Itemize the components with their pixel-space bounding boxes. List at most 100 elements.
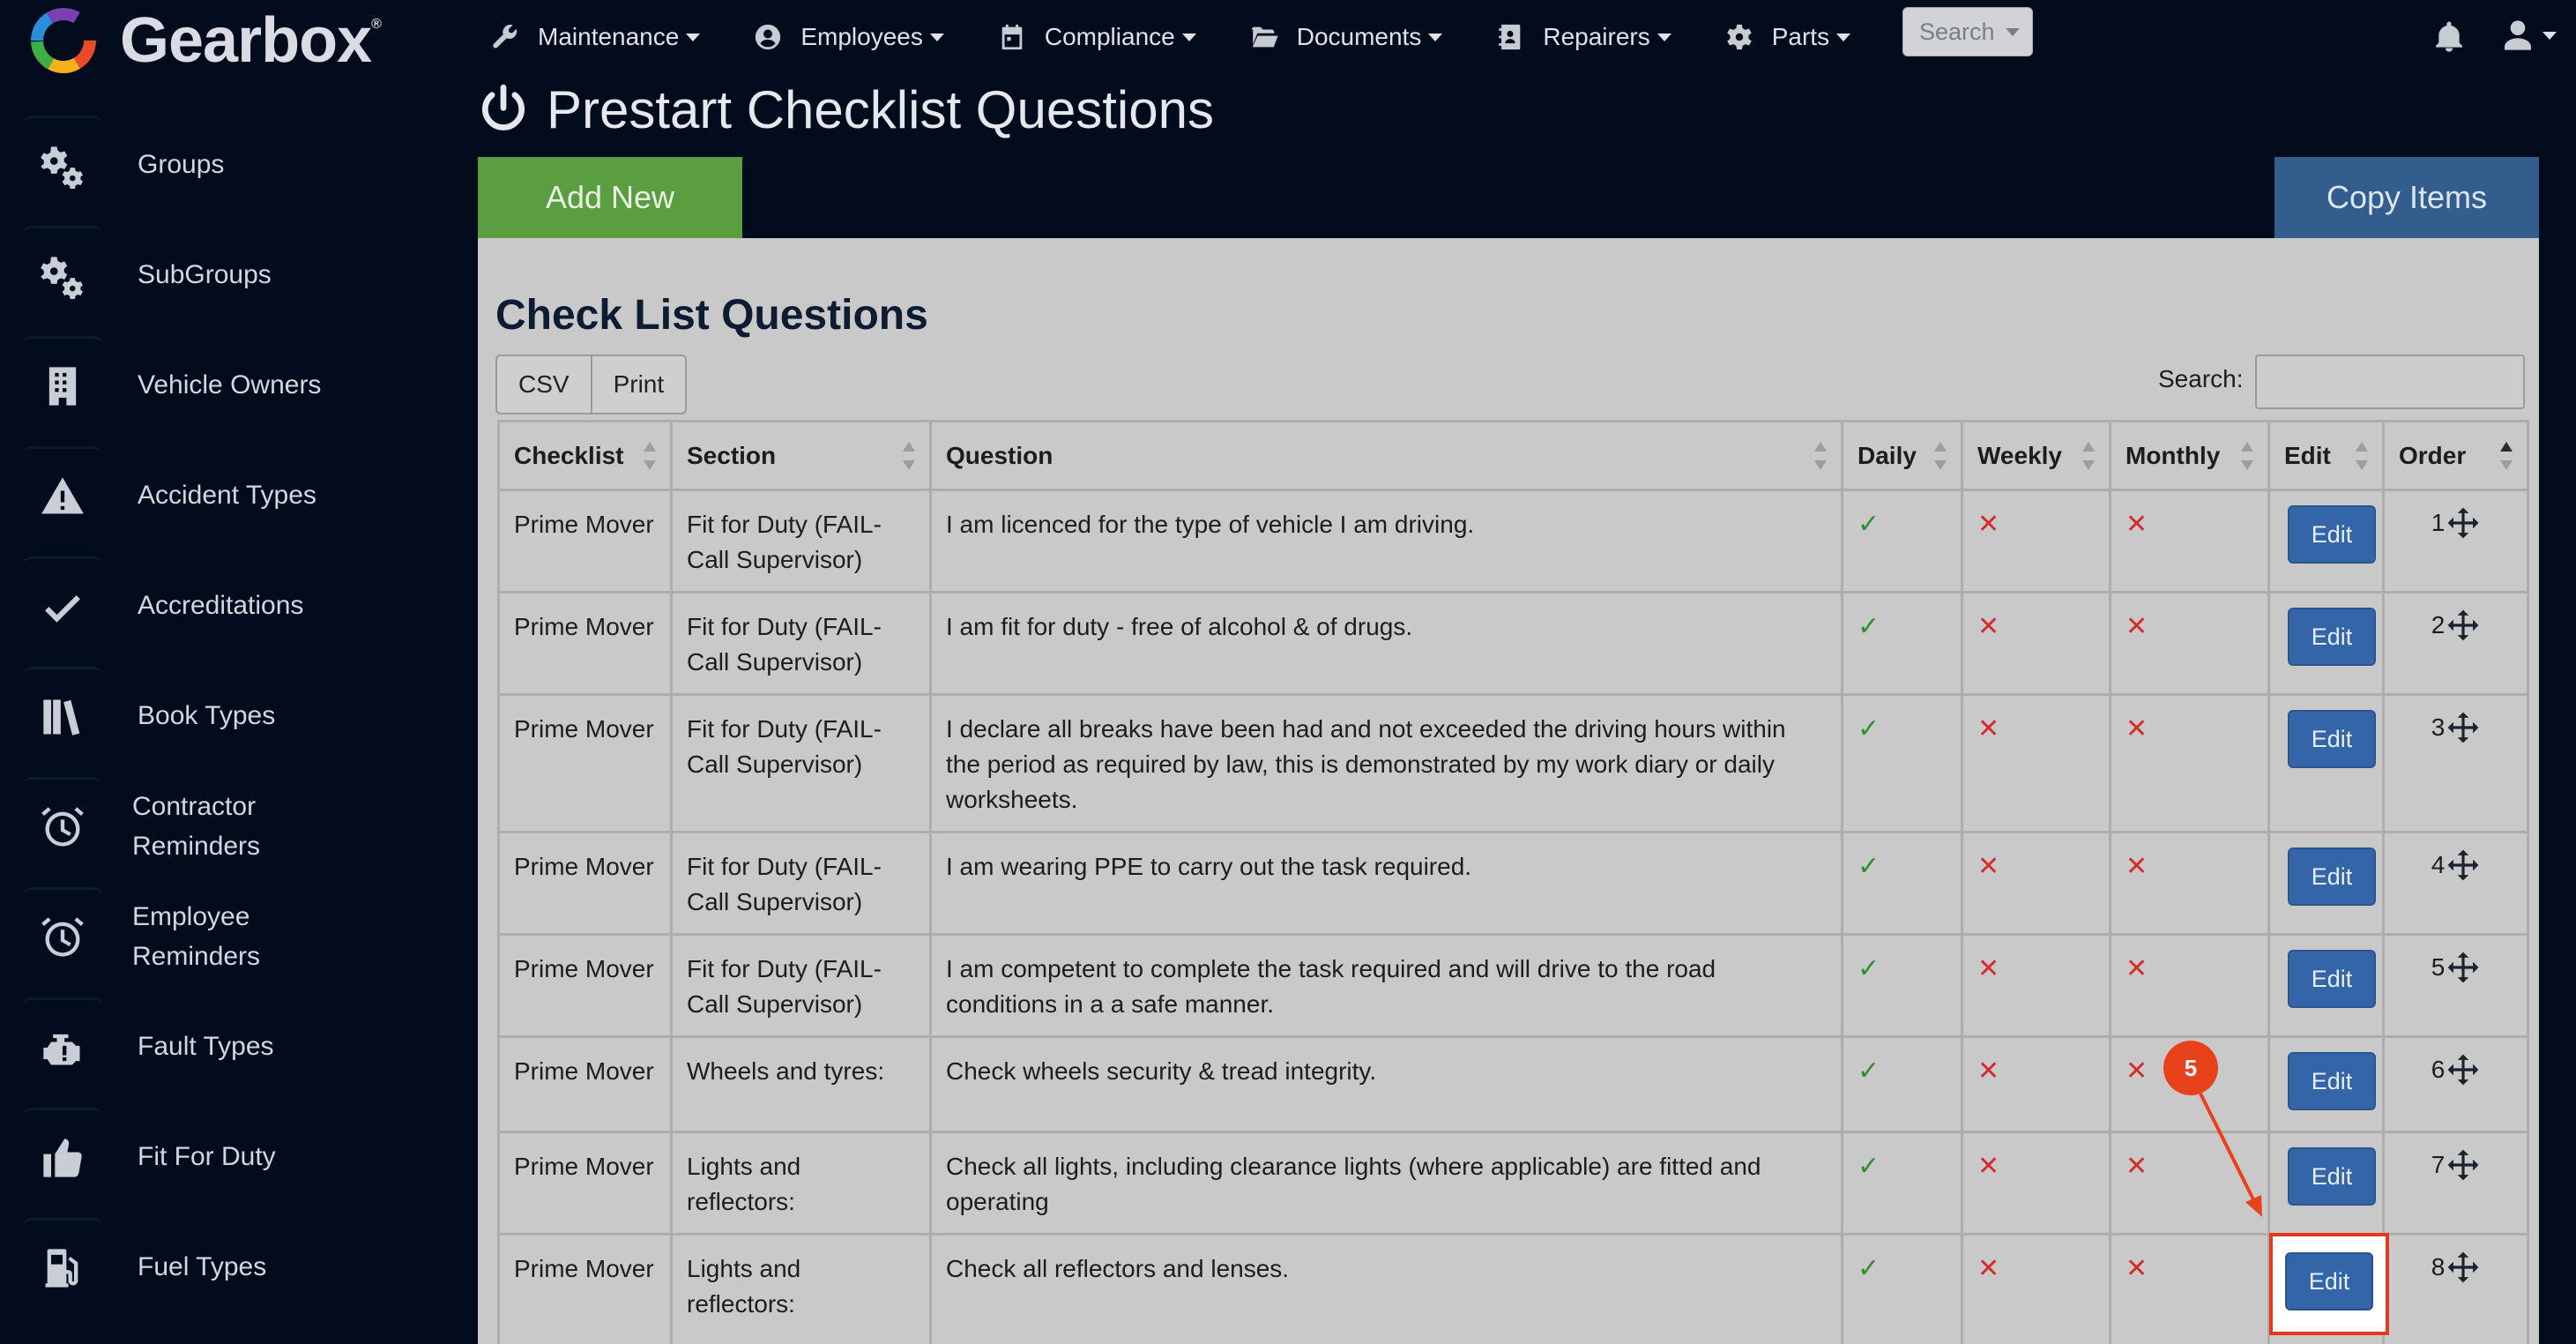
cross-icon: ✕: [2126, 510, 2148, 539]
print-button[interactable]: Print: [592, 355, 688, 414]
gears-icon: [41, 146, 83, 189]
add-new-button[interactable]: Add New: [478, 157, 742, 238]
edit-button[interactable]: Edit: [2288, 950, 2376, 1008]
move-arrows-icon[interactable]: [2446, 609, 2480, 642]
cell-order: 2: [2382, 591, 2529, 696]
column-header-checklist[interactable]: Checklist: [497, 420, 673, 491]
nav-maintenance[interactable]: Maintenance: [490, 16, 701, 58]
sort-icon: [903, 442, 915, 470]
main-nav: Maintenance Employees Compliance Documen…: [490, 16, 1903, 58]
sort-icon: [2356, 442, 2368, 470]
edit-button[interactable]: Edit: [2288, 1052, 2376, 1110]
cell-weekly: ✕: [1961, 489, 2111, 594]
move-arrows-icon[interactable]: [2446, 848, 2480, 882]
edit-button[interactable]: Edit: [2288, 847, 2376, 906]
move-arrows-icon[interactable]: [2446, 951, 2480, 984]
nav-compliance[interactable]: Compliance: [997, 16, 1196, 58]
table-search-input[interactable]: [2255, 355, 2525, 409]
cross-icon: ✕: [1977, 1057, 2000, 1086]
brand-logo[interactable]: Gearbox®: [26, 4, 382, 78]
books-icon: [43, 699, 80, 735]
table-row: Prime Mover Fit for Duty (FAIL- Call Super…: [497, 591, 2529, 696]
nav-documents[interactable]: Documents: [1249, 16, 1443, 58]
move-arrows-icon[interactable]: [2446, 1053, 2480, 1086]
cell-order: 1: [2382, 489, 2529, 594]
sidebar-item-accreditations[interactable]: Accreditations: [0, 550, 458, 661]
copy-items-button[interactable]: Copy Items: [2274, 157, 2539, 238]
cell-section: Lights and reflectors:: [670, 1233, 932, 1344]
highlighted-edit-target: Edit: [2269, 1233, 2389, 1335]
cell-monthly: ✕: [2109, 1131, 2270, 1236]
sidebar-item-accident-types[interactable]: Accident Types: [0, 440, 458, 550]
cell-daily: ✓: [1841, 489, 1963, 594]
search-dropdown-button[interactable]: Search: [1902, 7, 2033, 56]
sort-icon: [2082, 442, 2095, 470]
cell-section: Fit for Duty (FAIL- Call Supervisor): [670, 933, 932, 1038]
edit-button[interactable]: Edit: [2288, 505, 2376, 564]
power-icon: [481, 84, 525, 131]
sidebar-item-contractor-reminders[interactable]: Contractor Reminders: [0, 771, 458, 881]
edit-button-row-8-highlighted[interactable]: Edit: [2285, 1252, 2373, 1310]
sidebar-item-fit-for-duty[interactable]: Fit For Duty: [0, 1101, 458, 1212]
cell-checklist: Prime Mover: [497, 489, 673, 594]
sidebar-item-fault-types[interactable]: Fault Types: [0, 991, 458, 1101]
check-icon: ✓: [1858, 1152, 1880, 1181]
user-menu[interactable]: [2500, 18, 2557, 53]
table-body: Prime Mover Fit for Duty (FAIL- Call Super…: [497, 489, 2529, 1344]
sidebar-item-fuel-types[interactable]: Fuel Types: [0, 1212, 458, 1322]
edit-button[interactable]: Edit: [2288, 608, 2376, 666]
cell-monthly: ✕: [2109, 831, 2270, 936]
chevron-down-icon: [1836, 33, 1851, 41]
top-navbar: Gearbox® Maintenance Employees Complianc…: [0, 0, 2576, 76]
move-arrows-icon[interactable]: [2446, 711, 2480, 744]
column-header-weekly[interactable]: Weekly: [1961, 420, 2111, 491]
cell-daily: ✓: [1841, 1131, 1963, 1236]
cell-section: Fit for Duty (FAIL- Call Supervisor): [670, 489, 932, 594]
sidebar-item-vehicle-owners[interactable]: Vehicle Owners: [0, 330, 458, 440]
column-header-question[interactable]: Question: [929, 420, 1843, 491]
table-row: Prime Mover Wheels and tyres: Check wheels…: [497, 1035, 2529, 1133]
bell-icon[interactable]: [2431, 19, 2467, 55]
check-icon: ✓: [1858, 954, 1880, 983]
nav-repairers[interactable]: Repairers: [1495, 16, 1671, 58]
cell-order: 5: [2382, 933, 2529, 1038]
cell-section: Wheels and tyres:: [670, 1035, 932, 1133]
edit-button[interactable]: Edit: [2288, 710, 2376, 768]
step-number-badge: 5: [2163, 1041, 2218, 1095]
edit-button[interactable]: Edit: [2288, 1147, 2376, 1206]
sidebar-item-book-types[interactable]: Book Types: [0, 661, 458, 771]
cross-icon: ✕: [2126, 954, 2148, 983]
cell-monthly: ✕: [2109, 489, 2270, 594]
building-icon: [48, 367, 77, 406]
sort-ascending-icon: [2500, 442, 2513, 470]
nav-parts[interactable]: Parts: [1724, 16, 1851, 58]
column-header-edit[interactable]: Edit: [2267, 420, 2385, 491]
cell-order: 4: [2382, 831, 2529, 936]
cell-edit: Edit: [2267, 1131, 2385, 1236]
move-arrows-icon[interactable]: [2446, 506, 2480, 540]
csv-button[interactable]: CSV: [495, 355, 592, 414]
nav-employees[interactable]: Employees: [753, 16, 944, 58]
column-header-order[interactable]: Order: [2382, 420, 2529, 491]
cell-question: I am licenced for the type of vehicle I …: [929, 489, 1843, 594]
checkmark-icon: [45, 595, 80, 623]
sidebar-item-employee-reminders[interactable]: Employee Reminders: [0, 881, 458, 991]
column-header-daily[interactable]: Daily: [1841, 420, 1963, 491]
cell-question: Check all reflectors and lenses.: [929, 1233, 1843, 1344]
cell-weekly: ✕: [1961, 831, 2111, 936]
sidebar-item-subgroups[interactable]: SubGroups: [0, 220, 458, 330]
gears-icon: [41, 257, 83, 299]
column-header-section[interactable]: Section: [670, 420, 932, 491]
warning-triangle-icon: [41, 477, 84, 514]
brand-name: Gearbox®: [120, 5, 382, 76]
move-arrows-icon[interactable]: [2446, 1251, 2480, 1284]
column-header-monthly[interactable]: Monthly: [2109, 420, 2270, 491]
folder-open-icon: [1251, 26, 1278, 48]
cell-section: Fit for Duty (FAIL- Call Supervisor): [670, 591, 932, 696]
cell-daily: ✓: [1841, 1035, 1963, 1133]
cell-weekly: ✕: [1961, 1035, 2111, 1133]
user-circle-icon: [756, 24, 781, 50]
chevron-down-icon: [1657, 33, 1671, 41]
sidebar-item-groups[interactable]: Groups: [0, 109, 458, 220]
move-arrows-icon[interactable]: [2446, 1148, 2480, 1182]
